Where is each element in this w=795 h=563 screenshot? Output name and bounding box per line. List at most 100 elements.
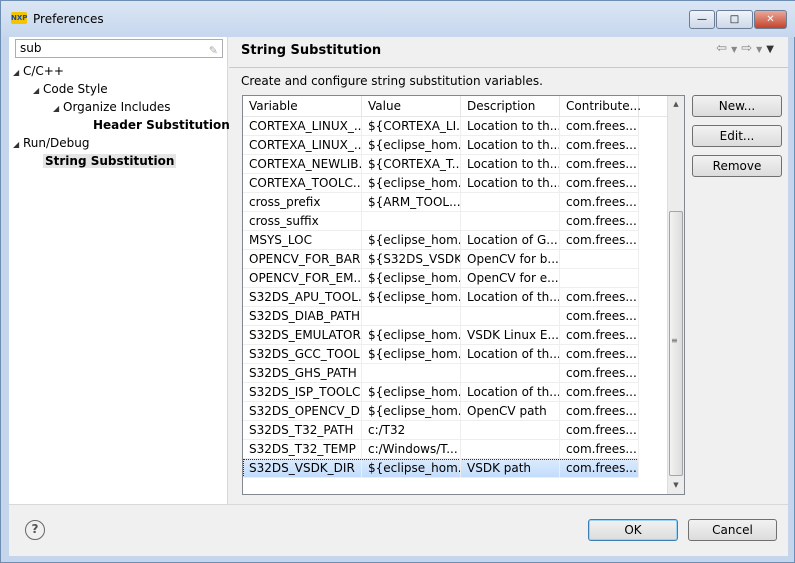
table-row[interactable]: cross_suffix com.frees...: [243, 212, 639, 231]
table-cell: OpenCV for b...: [461, 250, 560, 269]
tree-item[interactable]: ◢ Code Style: [33, 82, 108, 96]
nxp-logo-icon: NXP: [11, 12, 28, 24]
dialog-button-bar: ? OK Cancel: [9, 504, 788, 556]
table-cell: com.frees...: [560, 212, 639, 231]
maximize-button[interactable]: □: [716, 10, 753, 29]
tree-item[interactable]: ◢ Organize Includes: [53, 100, 171, 114]
table-cell: com.frees...: [560, 231, 639, 250]
table-cell: ${eclipse_hom...: [362, 402, 461, 421]
expanded-arrow-icon[interactable]: ◢: [53, 104, 63, 113]
table-cell: Location to th...: [461, 117, 560, 136]
table-cell: S32DS_DIAB_PATH: [243, 307, 362, 326]
tree-item-label: Organize Includes: [63, 100, 171, 114]
tree-item[interactable]: Header Substitution: [83, 118, 230, 132]
table-cell: com.frees...: [560, 307, 639, 326]
column-header[interactable]: Variable: [243, 96, 362, 117]
table-cell: c:/T32: [362, 421, 461, 440]
table-row[interactable]: OPENCV_FOR_BAR...${S32DS_VSDK...OpenCV f…: [243, 250, 639, 269]
column-header[interactable]: Description: [461, 96, 560, 117]
table-cell: OPENCV_FOR_EM...: [243, 269, 362, 288]
table-cell: Location of th...: [461, 383, 560, 402]
table-row[interactable]: S32DS_T32_PATH c:/T32 com.frees...: [243, 421, 639, 440]
scroll-down-icon[interactable]: ▼: [668, 477, 684, 494]
table-row[interactable]: S32DS_ISP_TOOLC... ${eclipse_hom... Locati…: [243, 383, 639, 402]
page-title: String Substitution: [241, 43, 382, 58]
table-row[interactable]: cross_prefix ${ARM_TOOL... com.frees...: [243, 193, 639, 212]
table-cell: com.frees...: [560, 345, 639, 364]
table-cell: cross_prefix: [243, 193, 362, 212]
table-cell: ${ARM_TOOL...: [362, 193, 461, 212]
table-row[interactable]: S32DS_GHS_PATH com.frees...: [243, 364, 639, 383]
table-cell: CORTEXA_LINUX_...: [243, 136, 362, 155]
forward-arrow-icon[interactable]: ⇨: [741, 41, 756, 56]
column-header[interactable]: Value: [362, 96, 461, 117]
table-cell: Location of G...: [461, 231, 560, 250]
table-row[interactable]: S32DS_APU_TOOL... ${eclipse_hom... Locatio…: [243, 288, 639, 307]
close-button[interactable]: ✕: [754, 10, 787, 29]
preference-tree-panel: sub ✎ ◢ C/C++ ◢ Code Style ◢ Organize Includes…: [9, 37, 230, 504]
tree-item-label: Code Style: [43, 82, 108, 96]
table-cell: ${eclipse_hom...: [362, 459, 461, 478]
table-row[interactable]: CORTEXA_LINUX_... ${CORTEXA_LI... Location…: [243, 117, 639, 136]
table-row[interactable]: S32DS_OPENCV_DIR ${eclipse_hom... OpenCV p…: [243, 402, 639, 421]
table-row[interactable]: CORTEXA_NEWLIB... ${CORTEXA_T... Location …: [243, 155, 639, 174]
string-substitution-page: String Substitution ⇦▼⇨▼▼ Create and con…: [229, 37, 788, 504]
table-cell: com.frees...: [560, 459, 639, 478]
table-cell: cross_suffix: [243, 212, 362, 231]
page-description: Create and configure string substitution…: [241, 74, 543, 88]
cancel-button[interactable]: Cancel: [688, 519, 777, 541]
navigation-controls: ⇦▼⇨▼▼: [716, 41, 778, 56]
table-cell: [461, 212, 560, 231]
table-cell: S32DS_VSDK_DIR: [243, 459, 362, 478]
divider: [229, 67, 788, 68]
table-cell: com.frees...: [560, 174, 639, 193]
variables-table: Variable Value Description Contribute... CO…: [242, 95, 685, 495]
tree-item[interactable]: ◢ C/C++: [13, 64, 64, 78]
table-cell: S32DS_GHS_PATH: [243, 364, 362, 383]
table-cell: ${eclipse_hom...: [362, 345, 461, 364]
table-cell: com.frees...: [560, 402, 639, 421]
column-header[interactable]: Contribute...: [560, 96, 641, 117]
forward-menu-icon[interactable]: ▼: [756, 45, 766, 54]
table-cell: com.frees...: [560, 440, 639, 459]
expanded-arrow-icon[interactable]: ◢: [33, 86, 43, 95]
view-menu-icon[interactable]: ▼: [766, 44, 778, 55]
tree-item-label: Header Substitution: [93, 118, 230, 132]
tree-item[interactable]: ◢ Run/Debug: [13, 136, 90, 150]
table-row[interactable]: S32DS_VSDK_DIR ${eclipse_hom... VSDK path c…: [243, 459, 639, 478]
table-row[interactable]: S32DS_T32_TEMP c:/Windows/T... com.frees..…: [243, 440, 639, 459]
table-row[interactable]: MSYS_LOC ${eclipse_hom... Location of G...…: [243, 231, 639, 250]
scroll-up-icon[interactable]: ▲: [668, 96, 684, 113]
table-cell: [461, 421, 560, 440]
table-row[interactable]: CORTEXA_TOOLC... ${eclipse_hom... Location…: [243, 174, 639, 193]
table-row[interactable]: S32DS_EMULATOR... ${eclipse_hom... VSDK Li…: [243, 326, 639, 345]
filter-input[interactable]: sub ✎: [15, 39, 223, 58]
table-cell: S32DS_ISP_TOOLC...: [243, 383, 362, 402]
tree-item[interactable]: String Substitution: [33, 154, 177, 168]
edit-button[interactable]: Edit...: [692, 125, 782, 147]
back-menu-icon[interactable]: ▼: [731, 45, 741, 54]
minimize-button[interactable]: —: [689, 10, 715, 29]
table-row[interactable]: CORTEXA_LINUX_... ${eclipse_hom... Locatio…: [243, 136, 639, 155]
table-cell: ${eclipse_hom...: [362, 136, 461, 155]
vertical-scrollbar[interactable]: ▲ ≡ ▼: [667, 96, 684, 494]
table-cell: OPENCV_FOR_BAR...: [243, 250, 362, 269]
table-cell: com.frees...: [560, 364, 639, 383]
new-button[interactable]: New...: [692, 95, 782, 117]
table-cell: ${eclipse_hom...: [362, 269, 461, 288]
back-arrow-icon[interactable]: ⇦: [716, 41, 731, 56]
help-icon[interactable]: ?: [25, 520, 45, 540]
expanded-arrow-icon[interactable]: ◢: [13, 68, 23, 77]
table-cell: ${eclipse_hom...: [362, 326, 461, 345]
table-row[interactable]: S32DS_GCC_TOOL... ${eclipse_hom... Locatio…: [243, 345, 639, 364]
table-cell: com.frees...: [560, 117, 639, 136]
window-title: Preferences: [33, 12, 104, 26]
expanded-arrow-icon[interactable]: ◢: [13, 140, 23, 149]
table-cell: Location to th...: [461, 155, 560, 174]
ok-button[interactable]: OK: [588, 519, 678, 541]
table-row[interactable]: S32DS_DIAB_PATH com.frees...: [243, 307, 639, 326]
clear-filter-icon[interactable]: ✎: [209, 42, 218, 59]
remove-button[interactable]: Remove: [692, 155, 782, 177]
table-cell: S32DS_EMULATOR...: [243, 326, 362, 345]
table-row[interactable]: OPENCV_FOR_EM... ${eclipse_hom... OpenCV f…: [243, 269, 639, 288]
